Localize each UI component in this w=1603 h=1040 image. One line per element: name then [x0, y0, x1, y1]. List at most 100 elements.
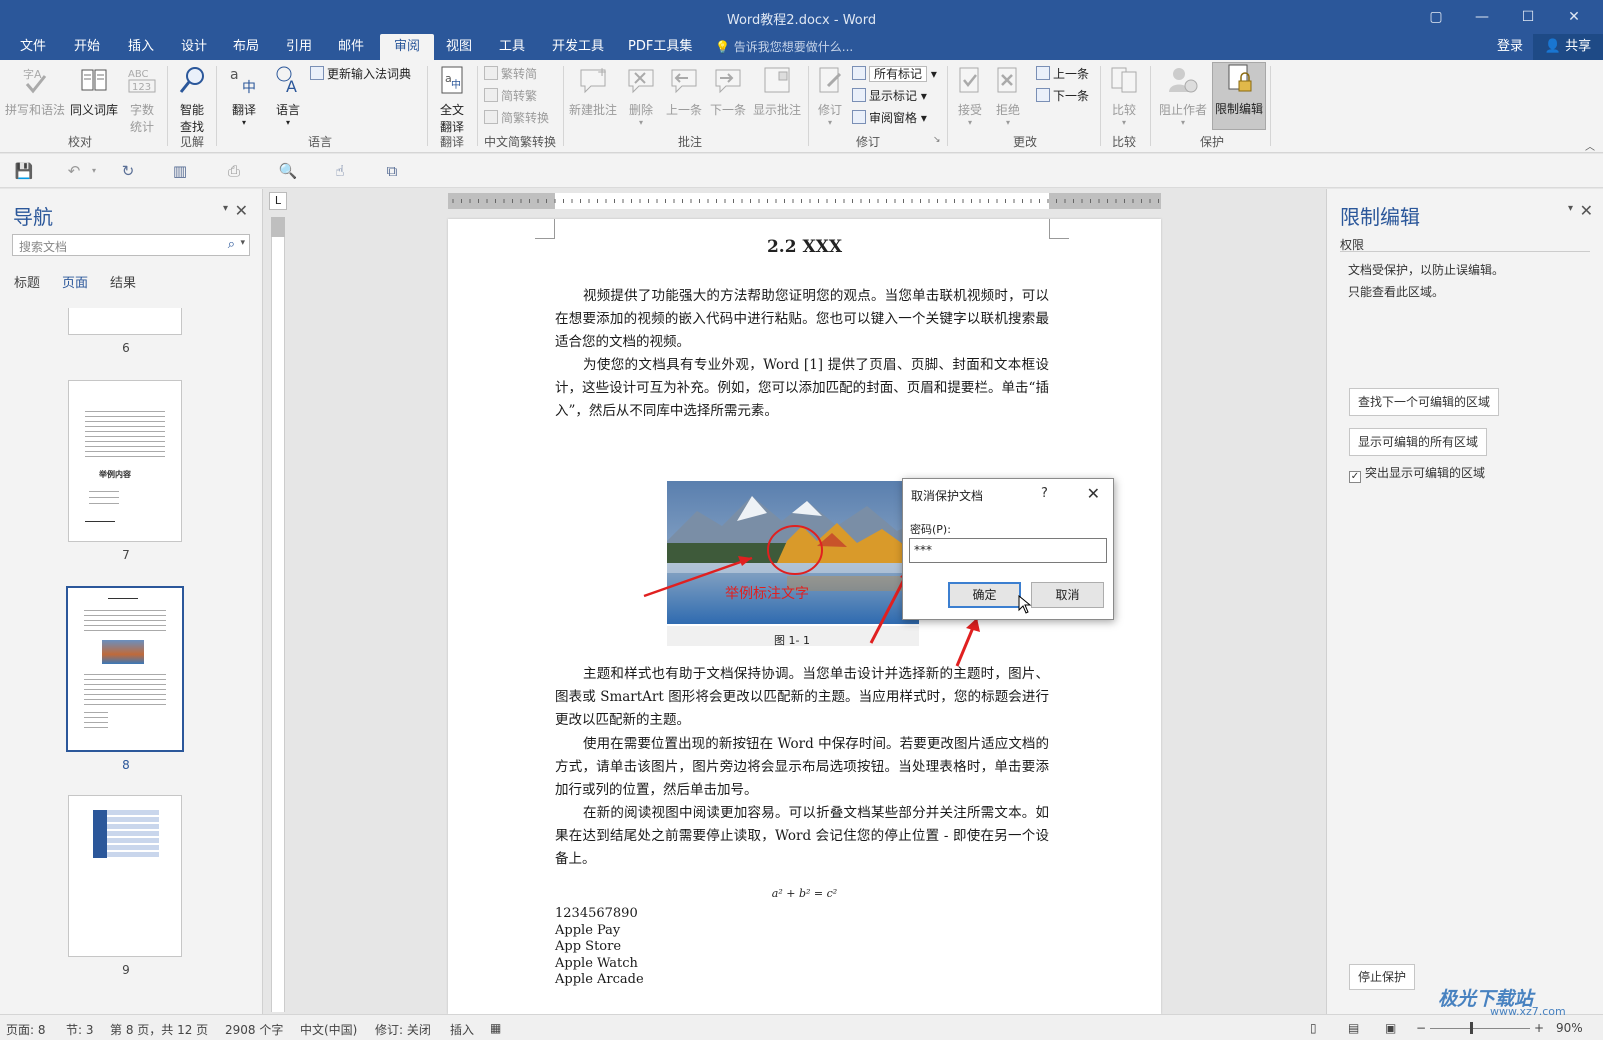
compare-button[interactable]: 比较 ▾ [1106, 64, 1142, 127]
word-count-button[interactable]: ABC 123 字数 统计 [122, 64, 162, 135]
reviewing-pane-button[interactable]: 审阅窗格 ▾ [852, 108, 927, 128]
landscape-image[interactable] [667, 481, 919, 624]
pane-options-icon[interactable]: ▾ [223, 203, 228, 214]
stop-protection-button[interactable]: 停止保护 [1349, 964, 1416, 990]
smart-lookup-button[interactable]: 智能 查找 [172, 64, 212, 135]
page-thumbnail-9[interactable] [68, 795, 182, 957]
read-mode-icon[interactable]: ▥ [170, 161, 190, 181]
nav-tab-results[interactable]: 结果 [110, 272, 136, 291]
tab-tools[interactable]: 工具 [493, 34, 531, 60]
zoom-level[interactable]: 90% [1556, 1021, 1583, 1035]
share-button[interactable]: 👤 共享 [1533, 34, 1603, 60]
search-document-input[interactable]: 搜索文档 ⌕ ▾ [12, 234, 250, 256]
zoom-slider[interactable] [1430, 1028, 1530, 1029]
page-thumbnail-6[interactable] [68, 308, 182, 335]
full-text-translate-button[interactable]: a中 全文 翻译 [432, 64, 472, 135]
simplified-to-traditional-button[interactable]: 简转繁 [484, 86, 537, 106]
web-layout-view-icon[interactable]: ▣ [1385, 1021, 1396, 1035]
tab-mailings[interactable]: 邮件 [332, 34, 370, 60]
zoom-out-button[interactable]: − [1416, 1021, 1426, 1035]
customize-toolbar-icon[interactable]: ⧉ [382, 161, 402, 181]
read-mode-view-icon[interactable]: ▯ [1310, 1021, 1317, 1035]
tab-selector[interactable]: L [269, 192, 287, 210]
status-page[interactable]: 页面: 8 [6, 1021, 46, 1038]
find-next-editable-region-button[interactable]: 查找下一个可编辑的区域 [1349, 388, 1500, 416]
nav-tab-pages[interactable]: 页面 [62, 272, 88, 291]
delete-comment-button[interactable]: 删除 ▾ [621, 64, 661, 127]
cancel-button[interactable]: 取消 [1031, 582, 1104, 608]
close-icon[interactable]: ✕ [235, 201, 248, 220]
page-thumbnail-8[interactable] [66, 586, 184, 752]
block-authors-button[interactable]: 阻止作者 ▾ [1156, 64, 1210, 127]
track-changes-button[interactable]: 修订 ▾ [812, 64, 848, 127]
tab-review[interactable]: 审阅 [380, 34, 435, 60]
nav-tab-headings[interactable]: 标题 [14, 272, 40, 291]
highlight-editable-regions-checkbox[interactable]: ✓ 突出显示可编辑的区域 [1349, 464, 1485, 483]
tab-references[interactable]: 引用 [280, 34, 318, 60]
maximize-button[interactable]: ☐ [1505, 6, 1551, 28]
ribbon-display-options-button[interactable]: ▢ [1413, 6, 1459, 28]
page-thumbnail-7[interactable]: 举例内容 [68, 380, 182, 542]
login-button[interactable]: 登录 [1497, 34, 1523, 60]
ok-button[interactable]: 确定 [948, 582, 1021, 608]
tracking-options-launcher-icon[interactable]: ↘ [933, 130, 941, 150]
status-page-count[interactable]: 第 8 页，共 12 页 [110, 1021, 208, 1038]
zoom-slider-thumb[interactable] [1470, 1022, 1473, 1034]
tab-design[interactable]: 设计 [175, 34, 213, 60]
restrict-editing-button[interactable]: 限制编辑 [1212, 62, 1266, 130]
password-input[interactable]: *** [909, 538, 1107, 563]
document-translate-icon: a中 [441, 66, 463, 94]
close-icon[interactable]: ✕ [1580, 201, 1593, 220]
show-all-editable-regions-button[interactable]: 显示可编辑的所有区域 [1349, 428, 1488, 456]
status-insert-mode[interactable]: 插入 [450, 1021, 474, 1038]
collapse-ribbon-icon[interactable]: ︿ [1585, 138, 1595, 153]
tab-file[interactable]: 文件 [14, 34, 52, 60]
status-track-changes[interactable]: 修订: 关闭 [375, 1021, 431, 1038]
next-comment-button[interactable]: 下一条 [707, 64, 749, 118]
tab-view[interactable]: 视图 [440, 34, 478, 60]
tell-me-box[interactable]: 💡 告诉我您想要做什么... [715, 34, 853, 60]
tab-home[interactable]: 开始 [68, 34, 106, 60]
tab-insert[interactable]: 插入 [122, 34, 160, 60]
traditional-to-simplified-button[interactable]: 繁转简 [484, 64, 537, 84]
touch-mode-icon[interactable]: ☝ [330, 161, 350, 181]
show-markup-button[interactable]: 显示标记 ▾ [852, 86, 927, 106]
update-ime-dictionary-button[interactable]: 更新输入法词典 [310, 64, 411, 84]
tab-pdf-tools[interactable]: PDF工具集 [622, 34, 698, 60]
search-icon[interactable]: ⌕ [228, 237, 235, 252]
zoom-in-button[interactable]: + [1534, 1021, 1544, 1035]
language-button[interactable]: A 语言 ▾ [268, 64, 308, 127]
status-language[interactable]: 中文(中国) [300, 1021, 357, 1038]
chinese-conversion-button[interactable]: 简繁转换 [484, 108, 549, 128]
tab-layout[interactable]: 布局 [227, 34, 265, 60]
close-icon[interactable]: ✕ [1087, 484, 1100, 503]
chevron-down-icon[interactable]: ▾ [240, 238, 245, 248]
print-layout-view-icon[interactable]: ▤ [1348, 1021, 1359, 1035]
undo-icon[interactable]: ↶ [64, 161, 84, 181]
new-comment-button[interactable]: + 新建批注 [567, 64, 619, 118]
macro-recording-icon[interactable]: ▦ [490, 1021, 501, 1035]
save-icon[interactable]: 💾 [14, 161, 34, 181]
print-preview-icon[interactable]: 🔍 [278, 161, 298, 181]
status-section[interactable]: 节: 3 [66, 1021, 94, 1038]
status-word-count[interactable]: 2908 个字 [225, 1021, 283, 1038]
print-icon[interactable]: ⎙ [224, 161, 244, 181]
markup-dropdown[interactable]: 所有标记 ▾ [852, 64, 937, 84]
previous-change-button[interactable]: 上一条 [1036, 64, 1089, 84]
show-comments-button[interactable]: 显示批注 [751, 64, 803, 118]
redo-icon[interactable]: ↻ [118, 161, 138, 181]
help-icon[interactable]: ? [1041, 486, 1048, 501]
next-change-button[interactable]: 下一条 [1036, 86, 1089, 106]
thesaurus-button[interactable]: 同义词库 [68, 64, 120, 118]
reject-button[interactable]: 拒绝 ▾ [990, 64, 1026, 127]
minimize-button[interactable]: — [1459, 6, 1505, 28]
previous-comment-button[interactable]: 上一条 [663, 64, 705, 118]
accept-button[interactable]: 接受 ▾ [952, 64, 988, 127]
spelling-grammar-button[interactable]: 字A 拼写和语法 [4, 64, 66, 118]
horizontal-ruler[interactable] [448, 193, 1161, 209]
close-window-button[interactable]: ✕ [1551, 6, 1597, 28]
pane-options-icon[interactable]: ▾ [1568, 203, 1573, 214]
translate-button[interactable]: a中 翻译 ▾ [222, 64, 266, 127]
tab-developer[interactable]: 开发工具 [546, 34, 610, 60]
chevron-down-icon[interactable]: ▾ [84, 161, 104, 181]
